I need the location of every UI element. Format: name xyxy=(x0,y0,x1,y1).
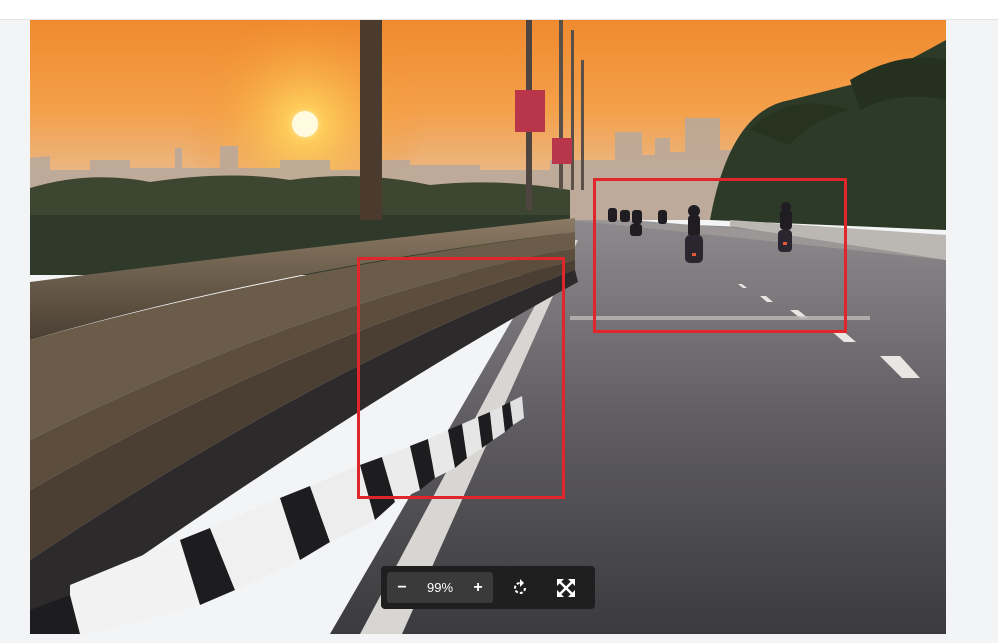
rotate-icon xyxy=(514,578,526,594)
fullscreen-button[interactable] xyxy=(547,572,585,603)
fullscreen-icon xyxy=(557,578,575,597)
zoom-control: − 99% + xyxy=(387,572,493,603)
annotation-box-guardrail[interactable] xyxy=(357,257,565,499)
annotation-box-riders[interactable] xyxy=(593,178,847,333)
rotate-button[interactable] xyxy=(501,572,539,603)
zoom-in-button[interactable]: + xyxy=(465,572,491,603)
image-viewer: − 99% + xyxy=(0,20,998,643)
annotated-photo[interactable] xyxy=(30,20,946,634)
zoom-out-button[interactable]: − xyxy=(389,572,415,603)
top-bar xyxy=(0,0,998,20)
zoom-level: 99% xyxy=(426,580,454,595)
image-toolbar: − 99% + xyxy=(381,566,595,609)
